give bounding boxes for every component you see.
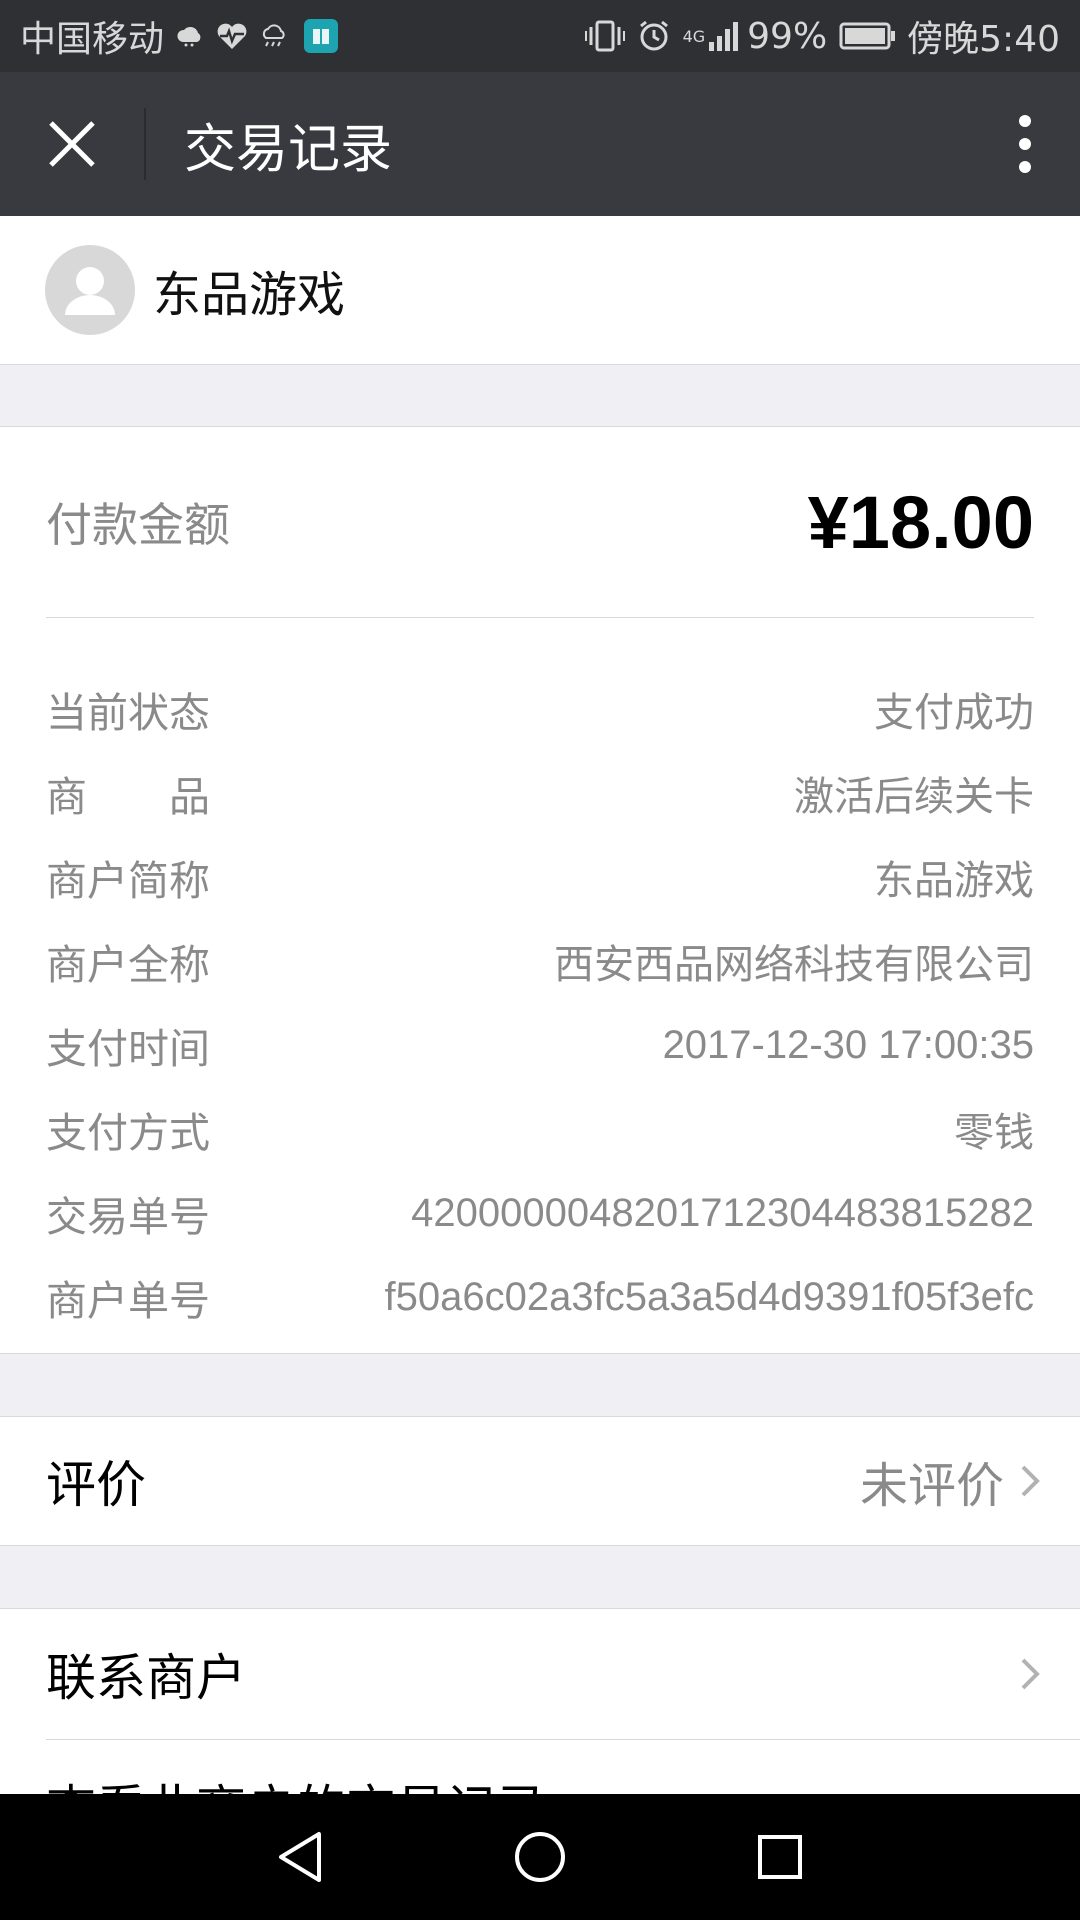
nav-home-button[interactable] <box>495 1812 585 1902</box>
review-status: 未评价 <box>859 1458 1004 1514</box>
merchant-header[interactable]: 东品游戏 <box>0 216 1080 365</box>
contact-right <box>1020 1657 1040 1691</box>
contact-merchant-label: 联系商户 <box>46 1649 246 1707</box>
review-row[interactable]: 评价 未评价 <box>0 1416 1080 1546</box>
detail-value[interactable]: 4200000048201712304483815282 <box>411 1191 1034 1236</box>
battery-percent: 99% <box>747 15 828 57</box>
detail-value: 西安西品网络科技有限公司 <box>554 942 1034 988</box>
detail-row-transaction-id: 交易单号 4200000048201712304483815282 <box>46 1171 1034 1255</box>
review-label: 评价 <box>46 1456 146 1514</box>
detail-value: 零钱 <box>954 1110 1034 1156</box>
battery-icon <box>839 21 897 51</box>
nav-recents-button[interactable] <box>735 1812 825 1902</box>
detail-value[interactable]: f50a6c02a3fc5a3a5d4d9391f05f3efc <box>385 1275 1034 1320</box>
detail-value: 支付成功 <box>874 690 1034 736</box>
clock: 傍晚5:40 <box>907 19 1060 60</box>
merchant-name: 东品游戏 <box>153 267 346 323</box>
detail-value: 激活后续关卡 <box>794 774 1034 820</box>
detail-label: 支付方式 <box>46 1109 210 1157</box>
signal-icon: 4G <box>683 20 742 52</box>
system-nav-bar <box>0 1794 1080 1920</box>
title-bar: 交易记录 <box>0 72 1080 216</box>
recents-icon <box>758 1835 802 1879</box>
transaction-detail-card: 付款金额 ¥18.00 当前状态 支付成功 商 品 激活后续关卡 商户简称 东品… <box>0 426 1080 1354</box>
carrier-name: 中国移动 <box>20 19 165 60</box>
more-vertical-icon <box>1019 115 1031 173</box>
alarm-icon <box>637 19 671 53</box>
detail-row-pay-method: 支付方式 零钱 <box>46 1087 1034 1171</box>
title-divider <box>144 108 146 180</box>
home-icon <box>515 1832 565 1882</box>
detail-label: 当前状态 <box>46 689 210 737</box>
page-title: 交易记录 <box>184 119 393 180</box>
detail-label: 交易单号 <box>46 1193 210 1241</box>
heart-rate-icon <box>216 22 248 50</box>
detail-label: 商 品 <box>46 773 210 821</box>
amount-row: 付款金额 ¥18.00 <box>46 427 1034 618</box>
detail-value: 东品游戏 <box>874 858 1034 904</box>
amount-value: ¥18.00 <box>807 480 1034 564</box>
detail-row-merchant-full: 商户全称 西安西品网络科技有限公司 <box>46 919 1034 1003</box>
merchant-actions-group: 联系商户 查看此商户的交易记录 <box>0 1608 1080 1819</box>
default-avatar-icon <box>45 245 135 335</box>
detail-list: 当前状态 支付成功 商 品 激活后续关卡 商户简称 东品游戏 商户全称 西安西品… <box>46 667 1034 1339</box>
back-icon <box>279 1832 321 1882</box>
weather-icon <box>260 24 290 48</box>
detail-label: 商户全称 <box>46 941 210 989</box>
detail-label: 商户简称 <box>46 857 210 905</box>
review-right: 未评价 <box>860 1446 1040 1516</box>
status-bar: 中国移动 4G 99% 傍晚5:40 <box>0 0 1080 72</box>
detail-row-status: 当前状态 支付成功 <box>46 667 1034 751</box>
close-icon <box>49 121 95 167</box>
vibrate-icon <box>584 19 625 53</box>
amount-label: 付款金额 <box>46 498 230 552</box>
detail-row-pay-time: 支付时间 2017-12-30 17:00:35 <box>46 1003 1034 1087</box>
book-app-icon <box>304 19 339 53</box>
contact-merchant-row[interactable]: 联系商户 <box>46 1609 1080 1740</box>
nav-back-button[interactable] <box>255 1812 345 1902</box>
chevron-right-icon <box>1021 1658 1040 1690</box>
chevron-right-icon <box>1021 1465 1040 1497</box>
cloud-icon <box>176 25 204 47</box>
detail-value: 2017-12-30 17:00:35 <box>662 1022 1034 1067</box>
detail-label: 商户单号 <box>46 1277 210 1325</box>
network-type: 4G <box>682 26 706 46</box>
detail-row-product: 商 品 激活后续关卡 <box>46 751 1034 835</box>
detail-row-merchant-order-id: 商户单号 f50a6c02a3fc5a3a5d4d9391f05f3efc <box>46 1255 1034 1339</box>
close-button[interactable] <box>0 72 144 216</box>
detail-row-merchant-short: 商户简称 东品游戏 <box>46 835 1034 919</box>
more-menu-button[interactable] <box>970 72 1080 216</box>
detail-label: 支付时间 <box>46 1025 210 1073</box>
